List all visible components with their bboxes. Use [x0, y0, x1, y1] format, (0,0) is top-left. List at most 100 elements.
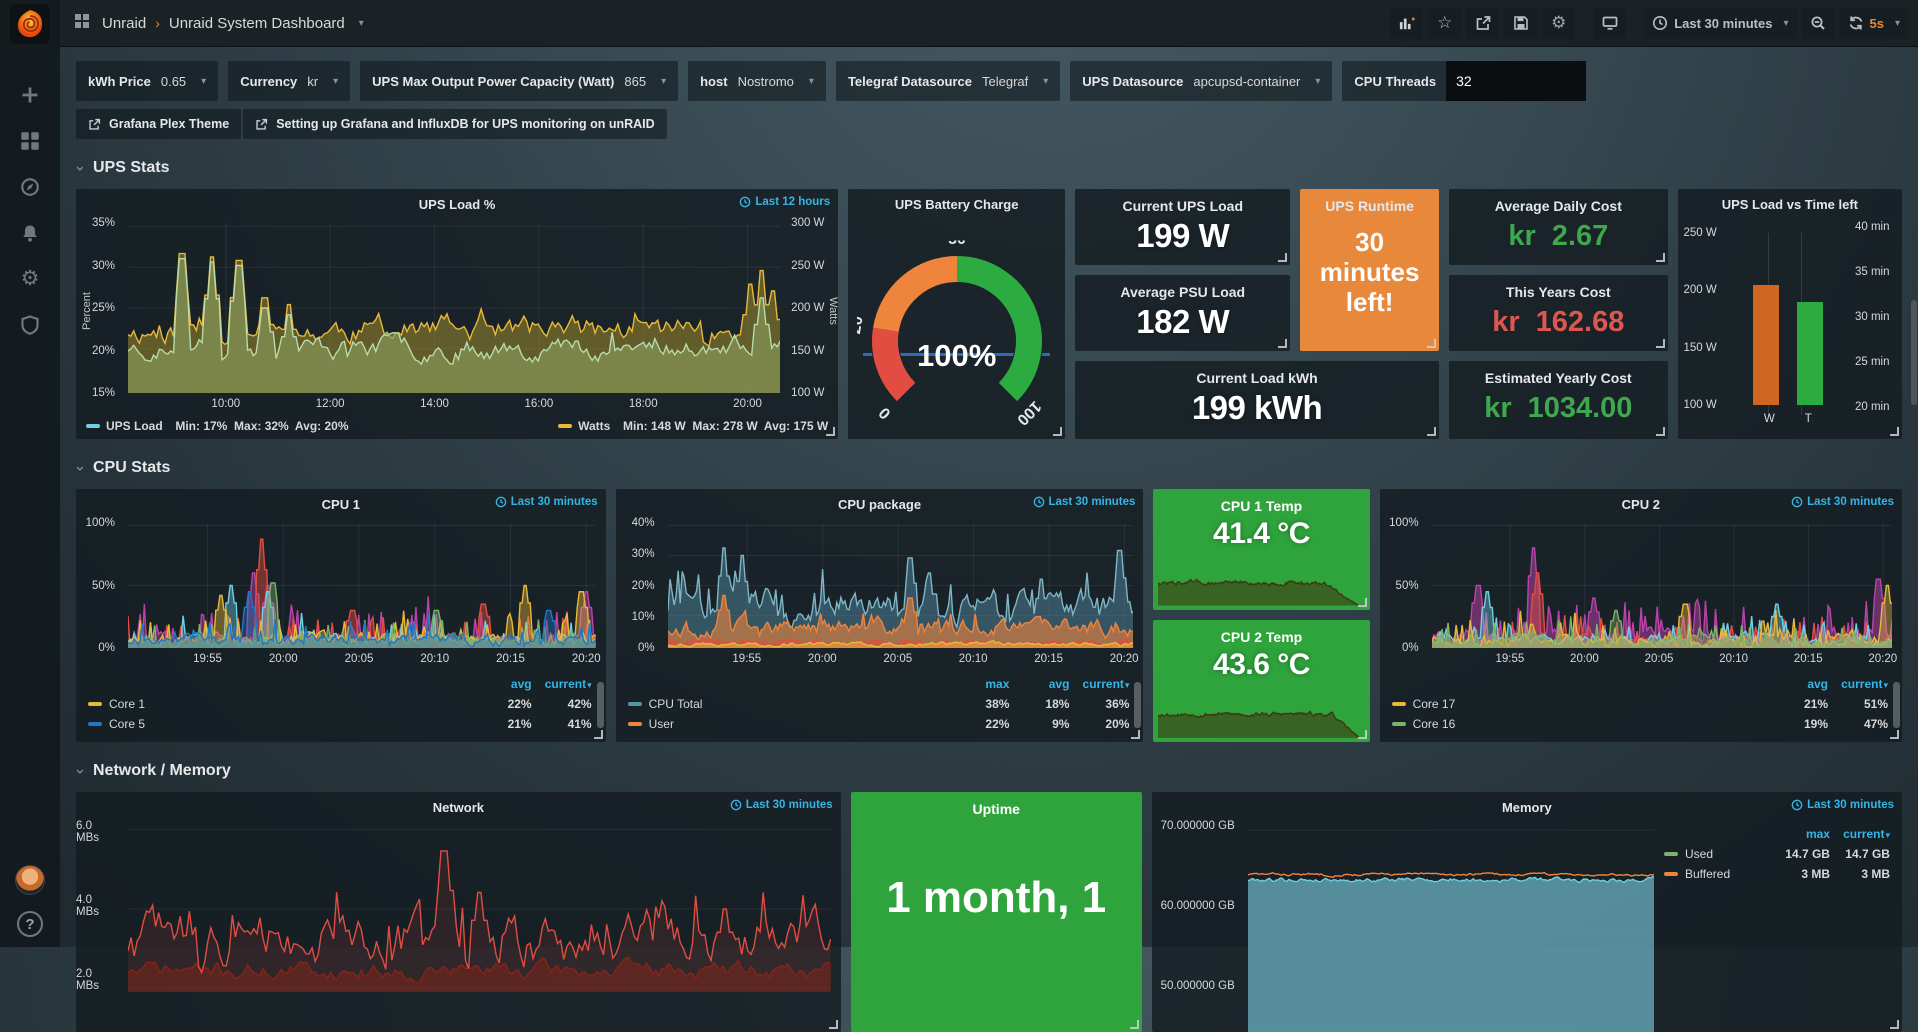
zoom-out-button[interactable] — [1802, 8, 1835, 39]
user-avatar[interactable] — [15, 865, 45, 895]
refresh-interval-label[interactable]: 5s — [1870, 16, 1884, 31]
var-ups-max-output-power-capacity-watt[interactable]: UPS Max Output Power Capacity (Watt)865▾ — [360, 61, 678, 101]
legend-series-user[interactable]: User22%9%20% — [628, 714, 1130, 734]
legend-scrollbar[interactable] — [1134, 682, 1141, 728]
cpu-package-chart[interactable] — [668, 523, 1134, 648]
stat-title[interactable]: Estimated Yearly Cost — [1449, 370, 1668, 386]
legend-column-current[interactable]: current▾ — [1069, 677, 1129, 691]
cpu1-chart[interactable] — [128, 523, 596, 648]
stat-title[interactable]: Average Daily Cost — [1449, 198, 1668, 214]
legend-scrollbar[interactable] — [597, 682, 604, 728]
legend-series-core-1[interactable]: Core 122%42% — [88, 694, 592, 714]
section-header-network-memory[interactable]: › Network / Memory — [78, 762, 1902, 780]
svg-text:0: 0 — [876, 404, 894, 422]
legend-series-core-5[interactable]: Core 521%41% — [88, 714, 592, 734]
panel-title[interactable]: CPU 2 — [1622, 497, 1660, 512]
stat-title[interactable]: UPS Runtime — [1300, 198, 1439, 214]
legend-series-cpu-total[interactable]: CPU Total38%18%36% — [628, 694, 1130, 714]
legend-column-current[interactable]: current▾ — [1828, 677, 1888, 691]
add-panel-button[interactable] — [1390, 8, 1423, 39]
legend-column-max[interactable]: max — [1770, 827, 1830, 841]
var-host[interactable]: hostNostromo▾ — [688, 61, 826, 101]
panel-timerange[interactable]: Last 30 minutes — [1033, 496, 1136, 508]
panel-title[interactable]: Network — [433, 800, 484, 815]
page-scrollbar[interactable] — [1911, 300, 1917, 405]
dashboard-grid-icon[interactable] — [74, 13, 90, 34]
var-telegraf-datasource[interactable]: Telegraf DatasourceTelegraf▾ — [836, 61, 1060, 101]
refresh-button[interactable]: 5s ▾ — [1840, 8, 1909, 39]
panel-timerange[interactable]: Last 30 minutes — [730, 799, 833, 811]
panel-timerange[interactable]: Last 30 minutes — [495, 496, 598, 508]
stat-title[interactable]: Uptime — [851, 801, 1142, 817]
bar-T[interactable] — [1797, 302, 1823, 405]
legend-column-max[interactable]: max — [949, 677, 1009, 691]
panel-avg-psu-load: Average PSU Load 182 W — [1075, 275, 1290, 351]
legend-series-watts[interactable]: Watts Min: 148 W Max: 278 W Avg: 175 W — [558, 417, 828, 435]
configuration-gear-icon[interactable]: ⚙ — [0, 256, 60, 302]
create-plus-icon[interactable] — [0, 72, 60, 118]
legend-column-avg[interactable]: avg — [472, 677, 532, 691]
legend-column-avg[interactable]: avg — [1768, 677, 1828, 691]
help-icon[interactable]: ? — [17, 911, 43, 937]
panel-title[interactable]: Memory — [1502, 800, 1552, 815]
alerting-bell-icon[interactable] — [0, 210, 60, 256]
dashboard-link-grafana-plex-theme[interactable]: Grafana Plex Theme — [76, 109, 241, 139]
breadcrumb-caret-icon[interactable]: ▾ — [359, 18, 364, 29]
panel-title[interactable]: UPS Battery Charge — [895, 197, 1019, 212]
panel-title[interactable]: UPS Load % — [419, 197, 496, 212]
time-range-picker[interactable]: Last 30 minutes ▾ — [1644, 8, 1796, 39]
server-admin-shield-icon[interactable] — [0, 302, 60, 348]
var-kwh-price[interactable]: kWh Price0.65▾ — [76, 61, 218, 101]
dashboard-settings-button[interactable]: ⚙ — [1542, 8, 1575, 39]
legend-series-core-17[interactable]: Core 1721%51% — [1392, 694, 1888, 714]
dashboards-icon[interactable] — [0, 118, 60, 164]
legend-series-core-16[interactable]: Core 1619%47% — [1392, 714, 1888, 734]
memory-chart[interactable] — [1248, 826, 1654, 1032]
stat-title[interactable]: CPU 2 Temp — [1153, 629, 1369, 645]
panel-timerange[interactable]: Last 30 minutes — [1791, 799, 1894, 811]
legend-series-used[interactable]: Used14.7 GB14.7 GB — [1664, 844, 1890, 864]
panel-timerange[interactable]: Last 12 hours — [739, 196, 830, 208]
breadcrumb-dashboard-title[interactable]: Unraid System Dashboard — [169, 15, 345, 32]
cpu2-chart[interactable] — [1432, 523, 1892, 648]
panel-ups-load-pct: UPS Load % Last 12 hours Percent Watts 3… — [76, 189, 838, 439]
legend-series-buffered[interactable]: Buffered3 MB3 MB — [1664, 864, 1890, 884]
ups-load-chart[interactable] — [128, 223, 780, 393]
stat-title[interactable]: CPU 1 Temp — [1153, 498, 1369, 514]
explore-icon[interactable] — [0, 164, 60, 210]
legend-series-ups-load[interactable]: UPS Load Min: 17% Max: 32% Avg: 20% — [86, 417, 349, 435]
network-chart[interactable] — [128, 826, 831, 992]
legend-column-current[interactable]: current▾ — [1830, 827, 1890, 841]
battery-gauge[interactable]: 02050100 100% — [848, 219, 1065, 439]
stat-title[interactable]: Current Load kWh — [1075, 370, 1439, 386]
bar-W[interactable] — [1753, 285, 1779, 405]
legend-column-avg[interactable]: avg — [1009, 677, 1069, 691]
time-range-label: Last 30 minutes — [1674, 16, 1772, 31]
grafana-logo[interactable] — [10, 4, 50, 44]
panel-title[interactable]: CPU 1 — [322, 497, 360, 512]
stat-title[interactable]: This Years Cost — [1449, 284, 1668, 300]
ups-stats-row: UPS Load % Last 12 hours Percent Watts 3… — [76, 189, 1902, 439]
stat-title[interactable]: Average PSU Load — [1075, 284, 1290, 300]
dashboard-link-setting-up-grafana-and-influxd[interactable]: Setting up Grafana and InfluxDB for UPS … — [243, 109, 666, 139]
var-cpu-threads-input[interactable] — [1446, 61, 1586, 101]
panel-timerange[interactable]: Last 30 minutes — [1791, 496, 1894, 508]
share-button[interactable] — [1466, 8, 1499, 39]
save-button[interactable] — [1504, 8, 1537, 39]
var-currency[interactable]: Currencykr▾ — [228, 61, 350, 101]
refresh-interval-caret-icon[interactable]: ▾ — [1895, 18, 1900, 29]
x-axis-ticks: 19:5520:0020:0520:1020:1520:20 — [1432, 653, 1892, 668]
breadcrumb-app[interactable]: Unraid — [102, 15, 146, 32]
legend-column-current[interactable]: current▾ — [532, 677, 592, 691]
y-axis-ticks-right: 40 min35 min30 min25 min20 min — [1848, 221, 1902, 413]
svg-text:20: 20 — [857, 315, 867, 335]
section-header-ups-stats[interactable]: › UPS Stats — [78, 159, 1902, 177]
star-button[interactable]: ☆ — [1428, 8, 1461, 39]
var-ups-datasource[interactable]: UPS Datasourceapcupsd-container▾ — [1070, 61, 1332, 101]
section-header-cpu-stats[interactable]: › CPU Stats — [78, 459, 1902, 477]
panel-title[interactable]: UPS Load vs Time left — [1722, 197, 1858, 212]
stat-title[interactable]: Current UPS Load — [1075, 198, 1290, 214]
cycle-view-monitor-button[interactable] — [1593, 8, 1626, 39]
legend-scrollbar[interactable] — [1893, 682, 1900, 728]
panel-title[interactable]: CPU package — [838, 497, 921, 512]
